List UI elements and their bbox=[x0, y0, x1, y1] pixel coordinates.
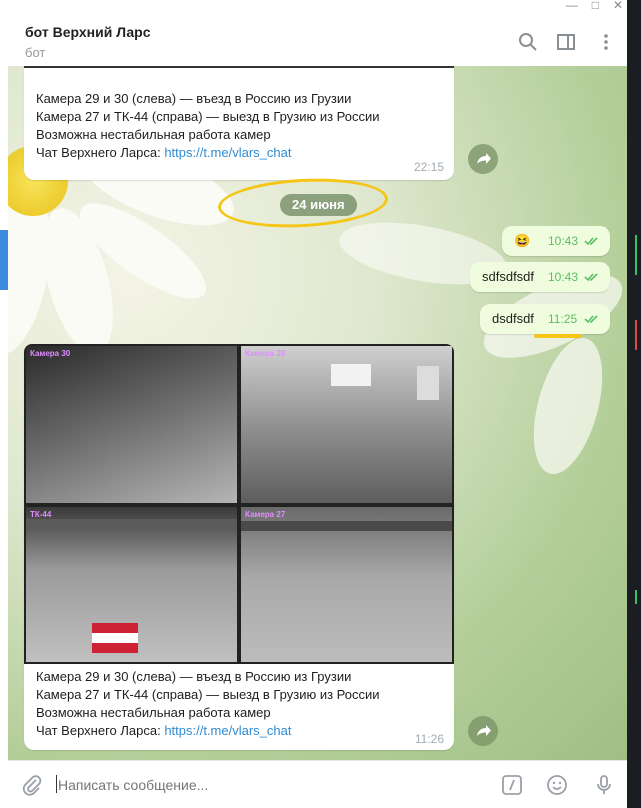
maximize-button[interactable]: □ bbox=[592, 0, 599, 11]
chat-area[interactable]: Камера 29 и 30 (слева) — въезд в Россию … bbox=[8, 66, 627, 760]
attach-icon[interactable] bbox=[20, 773, 44, 797]
message-time: 22:15 bbox=[413, 160, 444, 174]
chat-link[interactable]: https://t.me/vlars_chat bbox=[164, 723, 291, 738]
chat-link[interactable]: https://t.me/vlars_chat bbox=[164, 145, 291, 160]
window-controls: — □ ✕ bbox=[566, 0, 623, 11]
message-time: 10:43 bbox=[548, 270, 579, 284]
forward-icon bbox=[477, 153, 491, 164]
camera-view: Камера 27 bbox=[241, 507, 452, 662]
message-bubble[interactable]: Камера 29 и 30 (слева) — въезд в Россию … bbox=[24, 66, 454, 180]
underline-annotation bbox=[534, 334, 582, 338]
telegram-window: — □ ✕ бот Верхний Ларс бот Камера 29 и 3… bbox=[8, 0, 627, 808]
app: — □ ✕ бот Верхний Ларс бот Камера 29 и 3… bbox=[0, 0, 641, 808]
outgoing-message[interactable]: sdfsdfsdf 10:43 bbox=[470, 262, 610, 292]
link-prefix: Чат Верхнего Ларса: bbox=[36, 723, 165, 738]
message-text: 😆 bbox=[514, 233, 531, 248]
camera-grid-image[interactable]: Камера 30 Камера 29 ТК-44 Камера 27 bbox=[24, 344, 454, 664]
commands-icon[interactable] bbox=[500, 773, 524, 797]
chat-header: бот Верхний Ларс бот bbox=[8, 10, 627, 66]
close-button[interactable]: ✕ bbox=[613, 0, 623, 11]
background-window-edge bbox=[627, 0, 641, 808]
camera-view: Камера 29 bbox=[241, 346, 452, 503]
emoji-icon[interactable] bbox=[545, 773, 569, 797]
chat-subtitle: бот bbox=[25, 45, 46, 60]
message-line: Камера 27 и ТК-44 (справа) — выезд в Гру… bbox=[36, 687, 380, 702]
search-icon[interactable] bbox=[518, 32, 538, 52]
chat-title[interactable]: бот Верхний Ларс bbox=[25, 24, 151, 40]
camera-label: ТК-44 bbox=[30, 510, 52, 519]
camera-label: Камера 27 bbox=[245, 510, 286, 519]
background-window-edge bbox=[0, 230, 8, 290]
outgoing-message[interactable]: dsdfsdf 11:25 bbox=[480, 304, 610, 334]
text-cursor bbox=[56, 775, 57, 793]
read-check-icon bbox=[584, 237, 598, 246]
message-line: Камера 27 и ТК-44 (справа) — выезд в Гру… bbox=[36, 109, 380, 124]
camera-view: ТК-44 bbox=[26, 507, 237, 662]
message-bubble[interactable]: Камера 30 Камера 29 ТК-44 Камера 27 Каме… bbox=[24, 344, 454, 750]
minimize-button[interactable]: — bbox=[566, 0, 578, 11]
message-input[interactable] bbox=[58, 774, 478, 796]
link-prefix: Чат Верхнего Ларса: bbox=[36, 145, 165, 160]
message-time: 11:26 bbox=[414, 732, 444, 746]
message-text: dsdfsdf bbox=[492, 311, 534, 326]
camera-view: Камера 30 bbox=[26, 346, 237, 503]
highlight-annotation bbox=[216, 174, 390, 232]
message-line: Возможна нестабильная работа камер bbox=[36, 127, 271, 142]
outgoing-message[interactable]: 😆 10:43 bbox=[502, 226, 610, 256]
forward-icon bbox=[477, 725, 491, 736]
sidebar-toggle-icon[interactable] bbox=[556, 32, 576, 52]
message-line: Камера 29 и 30 (слева) — въезд в Россию … bbox=[36, 669, 352, 684]
media-preview-strip bbox=[24, 66, 454, 68]
message-line: Камера 29 и 30 (слева) — въезд в Россию … bbox=[36, 91, 352, 106]
camera-label: Камера 30 bbox=[30, 349, 71, 358]
forward-button[interactable] bbox=[468, 144, 498, 174]
message-line: Возможна нестабильная работа камер bbox=[36, 705, 271, 720]
microphone-icon[interactable] bbox=[592, 773, 616, 797]
message-composer bbox=[8, 760, 627, 808]
more-icon[interactable] bbox=[596, 32, 616, 52]
camera-label: Камера 29 bbox=[245, 349, 286, 358]
message-text: sdfsdfsdf bbox=[482, 269, 535, 284]
forward-button[interactable] bbox=[468, 716, 498, 746]
message-time: 11:25 bbox=[548, 312, 578, 326]
read-check-icon bbox=[584, 273, 598, 282]
read-check-icon bbox=[584, 315, 598, 324]
message-time: 10:43 bbox=[548, 234, 579, 248]
